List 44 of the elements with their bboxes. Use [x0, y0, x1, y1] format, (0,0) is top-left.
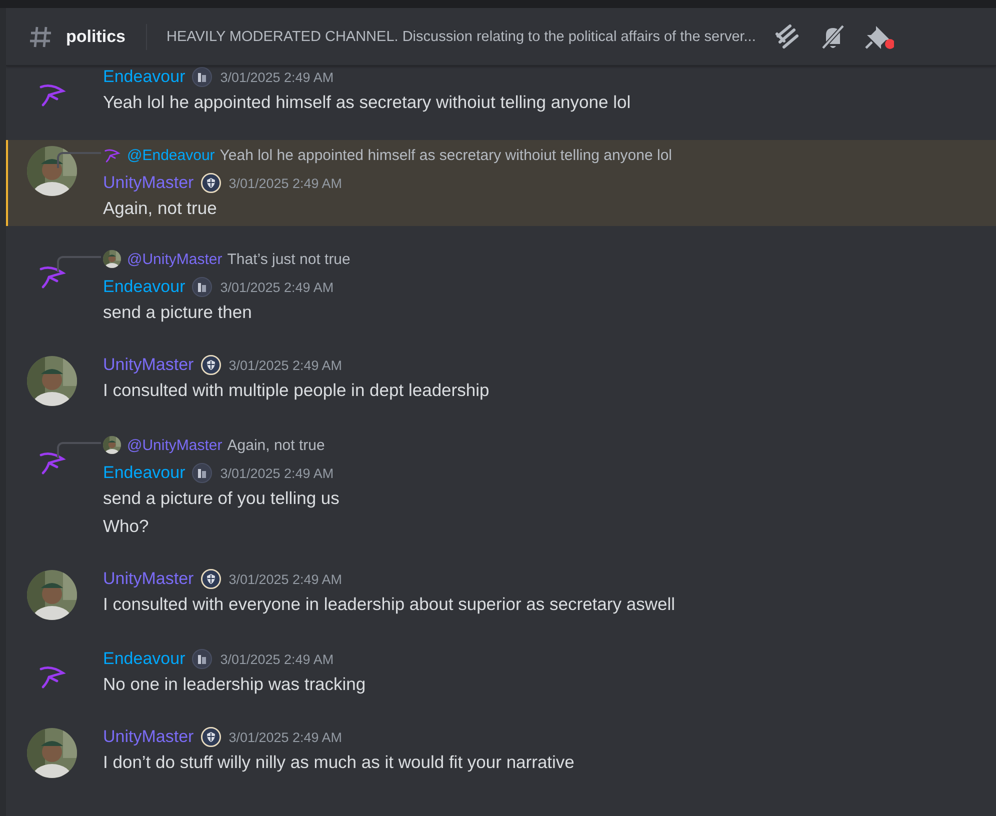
username[interactable]: Endeavour	[103, 277, 186, 297]
username[interactable]: UnityMaster	[103, 173, 194, 193]
message-text: send a picture of you telling us	[103, 487, 340, 510]
channel-name: politics	[66, 26, 126, 46]
timestamp: 3/01/2025 2:49 AM	[220, 466, 334, 480]
building-badge-icon	[192, 463, 212, 483]
username[interactable]: Endeavour	[103, 463, 186, 483]
shield-badge-icon	[200, 355, 221, 375]
message-text: send a picture then	[103, 301, 253, 324]
building-badge-icon	[192, 67, 212, 87]
message-text: Who?	[103, 515, 150, 538]
message-text: I consulted with everyone in leadership about superior as secretary aswell	[103, 593, 675, 616]
reply-connector	[57, 256, 101, 272]
reply-preview[interactable]: That’s just not true	[227, 250, 350, 268]
message-text: No one in leadership was tracking	[103, 673, 366, 696]
timestamp: 3/01/2025 2:49 AM	[220, 70, 334, 84]
message-text: I consulted with multiple people in dept leadership	[103, 379, 490, 402]
channel-topic: HEAVILY MODERATED CHANNEL. Discussion relating to the political affairs of the server...	[166, 28, 756, 44]
reply-mention[interactable]: @UnityMaster	[127, 436, 222, 454]
message-text: I don’t do stuff willy nilly as much as it would fit your narrative	[103, 751, 574, 774]
username[interactable]: UnityMaster	[103, 727, 194, 747]
username[interactable]: UnityMaster	[103, 355, 194, 375]
reply-preview[interactable]: Again, not true	[227, 436, 325, 454]
reply-mention[interactable]: @Endeavour	[127, 146, 215, 164]
username[interactable]: Endeavour	[103, 67, 186, 87]
timestamp: 3/01/2025 2:49 AM	[228, 572, 342, 586]
message-text: Again, not true	[103, 197, 218, 220]
reply-preview[interactable]: Yeah lol he appointed himself as secretary withoiut telling anyone lol	[220, 146, 672, 164]
timestamp: 3/01/2025 2:49 AM	[228, 358, 342, 372]
reply-mention[interactable]: @UnityMaster	[127, 250, 222, 268]
timestamp: 3/01/2025 2:49 AM	[228, 176, 342, 190]
building-badge-icon	[192, 277, 212, 297]
shield-badge-icon	[200, 569, 221, 589]
timestamp: 3/01/2025 2:49 AM	[220, 652, 334, 666]
reply-connector	[57, 152, 101, 168]
shield-badge-icon	[200, 727, 221, 747]
building-badge-icon	[192, 649, 212, 669]
message-text: Yeah lol he appointed himself as secretary withoiut telling anyone lol	[103, 91, 631, 114]
username[interactable]: Endeavour	[103, 649, 186, 669]
shield-badge-icon	[200, 173, 221, 193]
username[interactable]: UnityMaster	[103, 569, 194, 589]
timestamp: 3/01/2025 2:49 AM	[220, 280, 334, 294]
timestamp: 3/01/2025 2:49 AM	[228, 730, 342, 744]
reply-connector	[57, 442, 101, 458]
